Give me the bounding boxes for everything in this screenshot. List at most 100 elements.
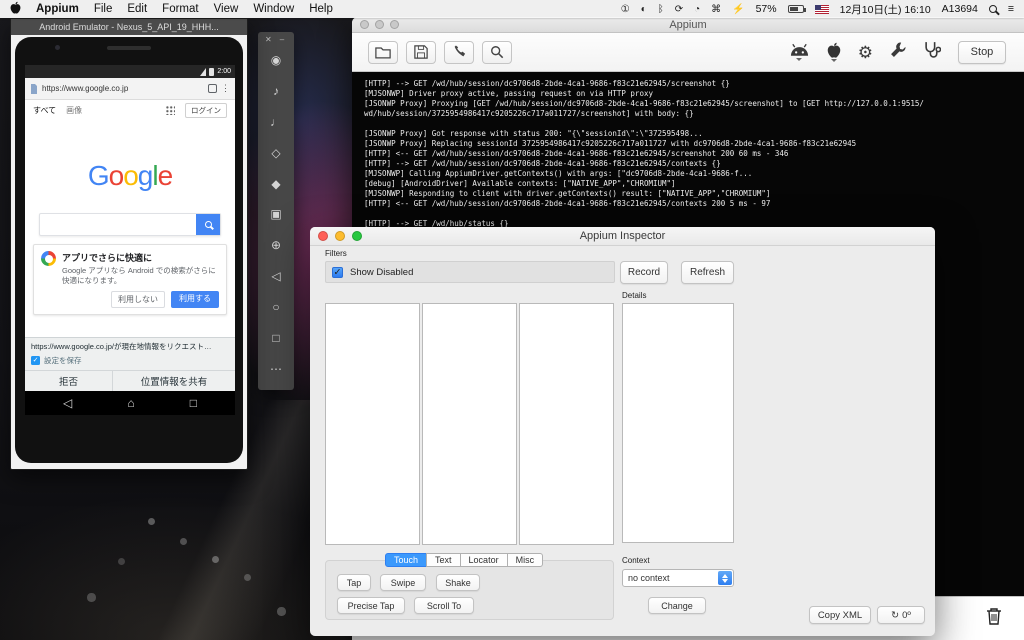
minimize-button[interactable] xyxy=(335,231,345,241)
menu-help[interactable]: Help xyxy=(309,3,333,15)
phone-screen[interactable]: 2:00 https://www.google.co.jp ⋮ すべて 画像 ロ… xyxy=(25,65,235,415)
volume-icon[interactable]: ◔ xyxy=(694,4,700,15)
tab-switcher-icon[interactable] xyxy=(208,84,217,93)
menu-window[interactable]: Window xyxy=(253,3,294,15)
spotlight-icon[interactable] xyxy=(988,5,997,13)
open-file-button[interactable] xyxy=(368,40,398,64)
minimize-button[interactable] xyxy=(375,20,384,29)
search-icon xyxy=(491,46,504,59)
home-icon[interactable]: ○ xyxy=(272,300,279,314)
element-tree-column-1[interactable] xyxy=(325,303,420,545)
power-icon[interactable]: ◉ xyxy=(271,53,281,67)
precise-tap-button[interactable]: Precise Tap xyxy=(337,597,405,614)
inspector-search-button[interactable] xyxy=(482,40,512,64)
scroll-to-button[interactable]: Scroll To xyxy=(414,597,474,614)
handset-button[interactable] xyxy=(444,40,474,64)
screenshot-icon[interactable]: ▣ xyxy=(270,207,281,221)
rotate-left-icon[interactable]: ◇ xyxy=(271,146,280,160)
menu-edit[interactable]: Edit xyxy=(127,3,147,15)
rotate-device-button[interactable]: ↻ 0º xyxy=(877,606,925,624)
volume-up-icon[interactable]: ♪ xyxy=(273,84,279,98)
home-icon[interactable]: ⌂ xyxy=(127,396,134,410)
search-button[interactable] xyxy=(196,214,220,235)
back-icon[interactable]: ◁ xyxy=(271,269,280,283)
back-icon[interactable]: ◁ xyxy=(63,396,72,410)
zoom-icon[interactable]: ⊕ xyxy=(271,238,281,252)
current-user[interactable]: A13694 xyxy=(942,3,978,15)
menu-format[interactable]: Format xyxy=(162,3,198,15)
rotate-right-icon[interactable]: ◆ xyxy=(271,177,280,191)
deny-location-button[interactable]: 拒否 xyxy=(25,371,112,391)
signal-icon xyxy=(200,67,207,76)
time-machine-icon[interactable]: ⟳ xyxy=(675,4,683,15)
menu-bar-clock[interactable]: 12月10日(土) 16:10 xyxy=(840,2,931,17)
appium-server-titlebar[interactable]: Appium xyxy=(352,17,1024,33)
toolbar-close-icon[interactable]: ✕ xyxy=(265,35,272,45)
clear-logs-button[interactable] xyxy=(986,607,1002,630)
input-language-flag-icon[interactable] xyxy=(814,4,829,14)
browser-url-bar[interactable]: https://www.google.co.jp ⋮ xyxy=(25,78,235,100)
emulator-titlebar[interactable]: Android Emulator - Nexus_5_API_19_HHH... xyxy=(11,19,247,35)
swipe-button[interactable]: Swipe xyxy=(380,574,426,591)
browser-menu-icon[interactable]: ⋮ xyxy=(221,83,230,94)
logo-letter: G xyxy=(87,160,110,191)
promo-decline-button[interactable]: 利用しない xyxy=(111,291,165,308)
general-settings-button[interactable]: ⚙ xyxy=(858,44,873,61)
volume-down-icon[interactable]: ♩ xyxy=(270,115,282,129)
apps-grid-icon[interactable] xyxy=(165,105,175,115)
tap-button[interactable]: Tap xyxy=(337,574,371,591)
tab-text[interactable]: Text xyxy=(426,553,461,567)
battery-icon[interactable] xyxy=(787,5,806,13)
show-disabled-checkbox[interactable]: ✓ xyxy=(332,266,343,278)
shake-button[interactable]: Shake xyxy=(436,574,480,591)
overview-icon[interactable]: □ xyxy=(272,331,279,345)
recents-icon[interactable]: □ xyxy=(190,396,197,410)
zoom-button[interactable] xyxy=(390,20,399,29)
menu-file[interactable]: File xyxy=(94,3,113,15)
context-dropdown[interactable]: no context xyxy=(622,569,734,587)
element-tree-column-2[interactable] xyxy=(422,303,517,545)
save-button[interactable] xyxy=(406,40,436,64)
tab-touch[interactable]: Touch xyxy=(385,553,428,567)
tab-all[interactable]: すべて xyxy=(33,105,56,116)
tab-images[interactable]: 画像 xyxy=(66,105,82,116)
record-button[interactable]: Record xyxy=(620,261,668,284)
bluetooth-icon[interactable]: ᛒ xyxy=(658,4,664,15)
toolbar-minimize-icon[interactable]: – xyxy=(280,35,284,45)
android-settings-button[interactable] xyxy=(789,43,810,61)
more-icon[interactable]: ⋯ xyxy=(270,362,282,376)
tab-misc[interactable]: Misc xyxy=(506,553,544,567)
inspector-titlebar[interactable]: Appium Inspector xyxy=(310,227,935,246)
change-context-button[interactable]: Change xyxy=(648,597,706,614)
menu-appium[interactable]: Appium xyxy=(36,3,79,15)
zoom-button[interactable] xyxy=(352,231,362,241)
save-setting-checkbox[interactable]: ✓ xyxy=(31,356,40,365)
circle-1-icon[interactable]: ① xyxy=(621,4,630,15)
log-line: wd/hub/session/3725954986417c9205226c717… xyxy=(364,109,694,118)
display-icon[interactable]: ◐ xyxy=(641,4,647,15)
close-button[interactable] xyxy=(318,231,328,241)
url-text[interactable]: https://www.google.co.jp xyxy=(42,84,204,93)
close-button[interactable] xyxy=(360,20,369,29)
stop-server-button[interactable]: Stop xyxy=(958,40,1006,64)
google-nav-row: すべて 画像 ログイン xyxy=(25,100,235,120)
keyboard-icon[interactable]: ⌘ xyxy=(711,4,721,15)
battery-app-icon[interactable]: ⚡ xyxy=(732,4,744,15)
copy-xml-button[interactable]: Copy XML xyxy=(809,606,871,624)
android-settings-icon xyxy=(790,43,808,56)
refresh-button[interactable]: Refresh xyxy=(681,261,734,284)
details-panel[interactable] xyxy=(622,303,734,543)
element-tree-column-3[interactable] xyxy=(519,303,614,545)
tab-locator[interactable]: Locator xyxy=(459,553,508,567)
apple-settings-button[interactable] xyxy=(827,42,841,62)
notification-center-icon[interactable]: ≡ xyxy=(1008,3,1014,15)
login-button[interactable]: ログイン xyxy=(185,102,227,118)
promo-accept-button[interactable]: 利用する xyxy=(171,291,219,308)
search-input[interactable] xyxy=(40,214,196,235)
apple-menu[interactable] xyxy=(10,1,21,17)
doctor-button[interactable] xyxy=(924,41,942,63)
search-box[interactable] xyxy=(39,213,221,236)
share-location-button[interactable]: 位置情報を共有 xyxy=(112,371,235,391)
menu-view[interactable]: View xyxy=(214,3,239,15)
developer-settings-button[interactable] xyxy=(890,41,907,63)
